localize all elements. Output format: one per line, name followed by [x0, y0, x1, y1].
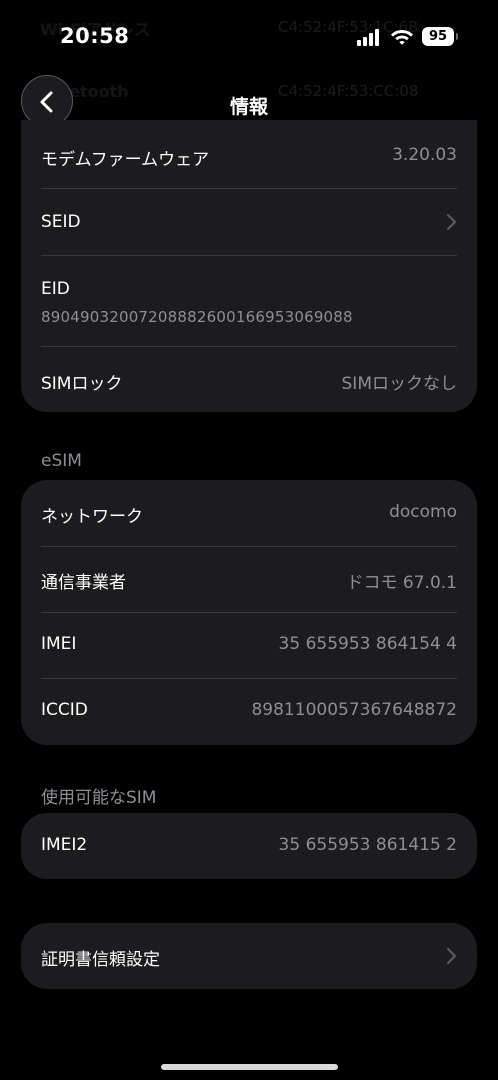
sim-lock-row: SIMロック SIMロックなし: [41, 347, 457, 412]
imei-value: 35 655953 864154 4: [278, 634, 457, 654]
eid-label: EID: [41, 279, 70, 299]
imei2-label: IMEI2: [41, 835, 88, 855]
modem-firmware-row: モデムファームウェア 3.20.03: [41, 120, 457, 188]
certificate-trust-card[interactable]: 証明書信頼設定: [21, 923, 477, 989]
esim-card: ネットワーク docomo 通信事業者 ドコモ 67.0.1 IMEI 35 6…: [21, 480, 477, 745]
sim-lock-value: SIMロックなし: [341, 374, 457, 394]
imei-row: IMEI 35 655953 864154 4: [41, 613, 457, 679]
modem-firmware-label: モデムファームウェア: [41, 150, 210, 170]
eid-row: EID 89049032007208882600166953069088: [41, 256, 457, 346]
carrier-row: 通信事業者 ドコモ 67.0.1: [41, 547, 457, 613]
carrier-value: ドコモ 67.0.1: [346, 573, 457, 593]
battery-icon: 95: [422, 27, 454, 46]
imei2-row: IMEI2 35 655953 861415 2: [41, 813, 457, 879]
device-info-card: モデムファームウェア 3.20.03 SEID EID 890490320072…: [21, 120, 477, 412]
chevron-right-icon: [446, 213, 457, 231]
imei2-value: 35 655953 861415 2: [278, 835, 457, 855]
imei-label: IMEI: [41, 634, 77, 654]
network-row: ネットワーク docomo: [41, 480, 457, 546]
available-sim-card: IMEI2 35 655953 861415 2: [21, 813, 477, 879]
esim-section-header: eSIM: [41, 451, 82, 471]
iccid-row: ICCID 8981100057367648872: [41, 679, 457, 745]
network-value: docomo: [389, 502, 457, 522]
chevron-right-icon: [446, 947, 457, 965]
battery-cap: [456, 33, 458, 40]
seid-row[interactable]: SEID: [41, 189, 457, 255]
network-label: ネットワーク: [41, 507, 143, 527]
home-indicator[interactable]: [161, 1064, 338, 1070]
available-sim-section-header: 使用可能なSIM: [41, 788, 157, 808]
seid-label: SEID: [41, 212, 81, 232]
ghost-row-value: C4:52:4F:53:1C:6B: [278, 18, 419, 36]
iccid-label: ICCID: [41, 700, 88, 720]
ghost-row-label: Wi-Fiアドレス: [40, 20, 151, 39]
page-title: 情報: [229, 96, 268, 118]
certificate-trust-row[interactable]: 証明書信頼設定: [41, 923, 457, 989]
eid-value: 89049032007208882600166953069088: [41, 308, 353, 326]
iccid-value: 8981100057367648872: [251, 700, 457, 720]
modem-firmware-value: 3.20.03: [392, 145, 457, 165]
carrier-label: 通信事業者: [41, 573, 126, 593]
battery-level: 95: [428, 29, 448, 44]
sim-lock-label: SIMロック: [41, 374, 123, 394]
certificate-trust-label: 証明書信頼設定: [41, 950, 160, 970]
